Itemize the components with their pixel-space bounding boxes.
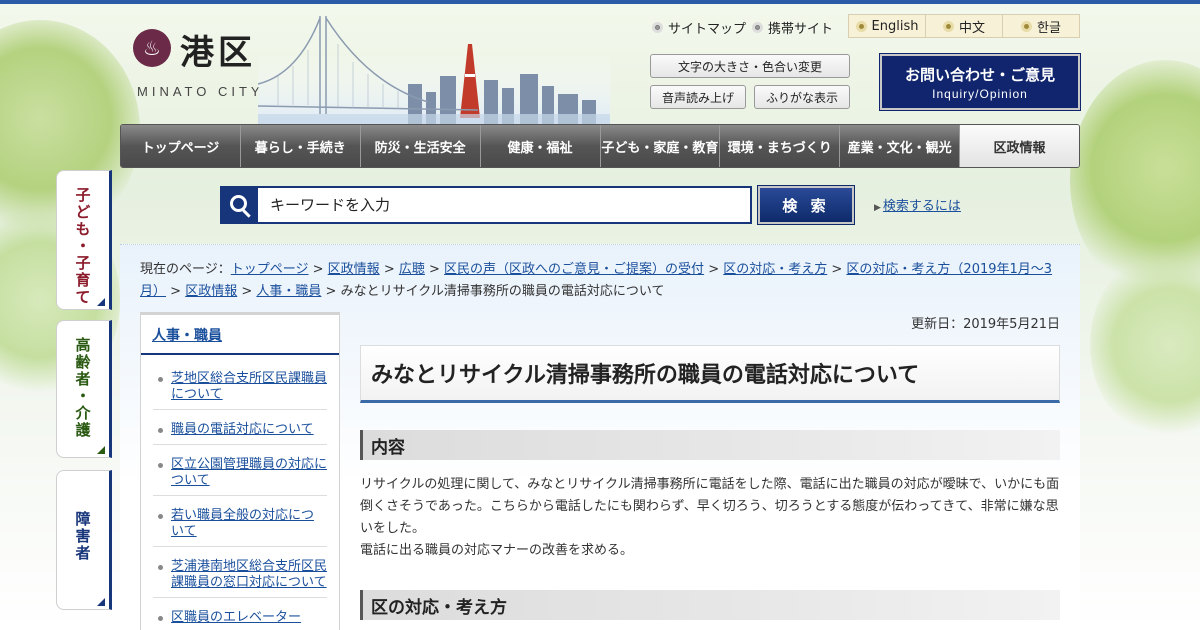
breadcrumb-link[interactable]: 広聴 <box>399 262 425 277</box>
city-emblem-icon[interactable]: ♨ <box>133 29 171 67</box>
mobile-site-label: 携帯サイト <box>768 22 834 37</box>
lang-label: 한글 <box>1037 20 1061 36</box>
sidebar-item-link[interactable]: 職員の電話対応について <box>171 422 314 437</box>
header-links: 携帯サイト <box>752 18 833 37</box>
side-tab-disability[interactable]: 障害者 <box>56 470 112 610</box>
sidebar-item-link[interactable]: 若い職員全般の対応について <box>171 508 314 539</box>
side-tab-children[interactable]: 子ども・子育て <box>56 170 112 310</box>
lang-chinese[interactable]: 中文 <box>925 15 1002 37</box>
nav-children[interactable]: 子ども・家庭・教育 <box>599 125 720 167</box>
nav-government[interactable]: 区政情報 <box>959 125 1079 167</box>
sitemap-label: サイトマップ <box>668 22 747 37</box>
breadcrumb-link[interactable]: 区の対応・考え方 <box>723 262 827 277</box>
inquiry-button[interactable]: お問い合わせ・ご意見 Inquiry/Opinion <box>879 53 1081 111</box>
updated-date: 更新日：2019年5月21日 <box>911 317 1060 332</box>
sidebar-list: 芝地区総合支所区民課職員について 職員の電話対応について 区立公園管理職員の対応… <box>141 355 339 630</box>
furigana-button[interactable]: ふりがな表示 <box>754 85 850 109</box>
section-heading: 区の対応・考え方 <box>371 597 507 618</box>
nav-safety[interactable]: 防災・生活安全 <box>359 125 480 167</box>
page-title-box: みなとリサイクル清掃事務所の職員の電話対応について <box>360 345 1060 403</box>
bullet-icon <box>752 22 763 33</box>
sitemap-link[interactable]: サイトマップ <box>652 18 746 37</box>
sidebar-title-link[interactable]: 人事・職員 <box>152 328 222 344</box>
breadcrumb-current: みなとリサイクル清掃事務所の職員の電話対応について <box>340 284 665 299</box>
search-button[interactable]: 検 索 <box>757 185 855 225</box>
search-help-link[interactable]: 検索するには <box>874 195 961 214</box>
text-size-button[interactable]: 文字の大きさ・色合い変更 <box>650 54 850 78</box>
local-sidebar: 人事・職員 芝地区総合支所区民課職員について 職員の電話対応について 区立公園管… <box>140 312 340 630</box>
breadcrumb-prefix: 現在のページ： <box>140 262 231 277</box>
article-paragraph: 電話に出る職員の対応マナーの改善を求める。 <box>360 543 634 558</box>
nav-environment[interactable]: 環境・まちづくり <box>719 125 840 167</box>
breadcrumb-link[interactable]: 区政情報 <box>328 262 380 277</box>
logo-title[interactable]: 港区 <box>180 25 256 74</box>
article-body: リサイクルの処理に関して、みなとリサイクル清掃事務所に電話をした際、電話に出た職… <box>360 474 1060 562</box>
mobile-site-link[interactable]: 携帯サイト <box>752 18 833 37</box>
lang-english[interactable]: English <box>849 15 925 37</box>
bullet-icon <box>942 20 954 32</box>
top-accent-line <box>0 0 1200 4</box>
nav-living[interactable]: 暮らし・手続き <box>239 125 360 167</box>
sidebar-item-link[interactable]: 区立公園管理職員の対応について <box>171 457 327 488</box>
inquiry-sublabel: Inquiry/Opinion <box>932 87 1028 101</box>
breadcrumb-link[interactable]: 区民の声（区政へのご意見・ご提案）の受付 <box>444 262 704 277</box>
breadcrumb-link[interactable]: 人事・職員 <box>256 284 321 299</box>
header-links: サイトマップ <box>652 18 746 37</box>
breadcrumb-separator: > <box>704 262 724 277</box>
decorative-tree <box>1090 250 1200 440</box>
search-icon <box>222 188 258 222</box>
lang-label: English <box>871 18 919 34</box>
breadcrumb-separator: > <box>827 262 847 277</box>
nav-health[interactable]: 健康・福祉 <box>479 125 600 167</box>
corner-arrow-icon <box>97 598 105 606</box>
sidebar-item: 芝地区総合支所区民課職員について <box>153 367 327 410</box>
bridge-skyline-illustration <box>258 16 610 126</box>
sidebar-item-link[interactable]: 芝地区総合支所区民課職員について <box>171 371 327 402</box>
nav-top[interactable]: トップページ <box>121 125 240 167</box>
section-heading-response: 区の対応・考え方 <box>360 590 1060 620</box>
sidebar-item-link[interactable]: 区職員のエレベーター <box>171 610 301 625</box>
page-title: みなとリサイクル清掃事務所の職員の電話対応について <box>371 363 920 388</box>
bullet-icon <box>1021 20 1033 32</box>
sidebar-item: 若い職員全般の対応について <box>153 504 327 547</box>
bullet-icon <box>855 20 867 32</box>
sidebar-item-link[interactable]: 芝浦港南地区総合支所区民課職員の窓口対応について <box>171 559 327 590</box>
breadcrumb: 現在のページ：トップページ > 区政情報 > 広聴 > 区民の声（区政へのご意見… <box>140 259 1060 303</box>
section-heading: 内容 <box>371 437 405 458</box>
breadcrumb-link[interactable]: トップページ <box>231 262 309 277</box>
sidebar-item: 芝浦港南地区総合支所区民課職員の窓口対応について <box>153 555 327 598</box>
language-switcher: English 中文 한글 <box>848 14 1080 38</box>
sidebar-item: 区職員のエレベーター <box>153 606 327 630</box>
sidebar-header: 人事・職員 <box>141 315 339 355</box>
logo-subtitle: MINATO CITY <box>137 84 264 99</box>
inquiry-label: お問い合わせ・ご意見 <box>904 66 1055 84</box>
search-box <box>220 186 752 224</box>
sidebar-item: 区立公園管理職員の対応について <box>153 453 327 496</box>
lang-korean[interactable]: 한글 <box>1002 15 1079 37</box>
breadcrumb-separator: > <box>166 284 186 299</box>
voice-reading-button[interactable]: 音声読み上げ <box>650 85 746 109</box>
corner-arrow-icon <box>97 446 105 454</box>
side-tab-label: 子ども・子育て <box>73 187 92 306</box>
side-tab-label: 障害者 <box>73 511 92 562</box>
lang-label: 中文 <box>958 20 985 36</box>
sidebar-item: 職員の電話対応について <box>153 418 327 445</box>
article-paragraph: リサイクルの処理に関して、みなとリサイクル清掃事務所に電話をした際、電話に出た職… <box>360 477 1060 536</box>
breadcrumb-separator: > <box>424 262 445 277</box>
bullet-icon <box>652 22 663 33</box>
breadcrumb-separator: > <box>237 284 257 299</box>
side-tab-elderly[interactable]: 高齢者・介護 <box>56 320 112 458</box>
nav-industry[interactable]: 産業・文化・観光 <box>839 125 960 167</box>
breadcrumb-separator: > <box>321 284 341 299</box>
breadcrumb-link[interactable]: 区政情報 <box>185 284 237 299</box>
corner-arrow-icon <box>97 298 105 306</box>
global-nav: トップページ 暮らし・手続き 防災・生活安全 健康・福祉 子ども・家庭・教育 環… <box>120 124 1080 168</box>
search-input[interactable] <box>270 196 740 214</box>
breadcrumb-separator: > <box>379 262 399 277</box>
section-heading-content: 内容 <box>360 430 1060 460</box>
side-tab-label: 高齢者・介護 <box>73 337 92 439</box>
breadcrumb-separator: > <box>308 262 328 277</box>
